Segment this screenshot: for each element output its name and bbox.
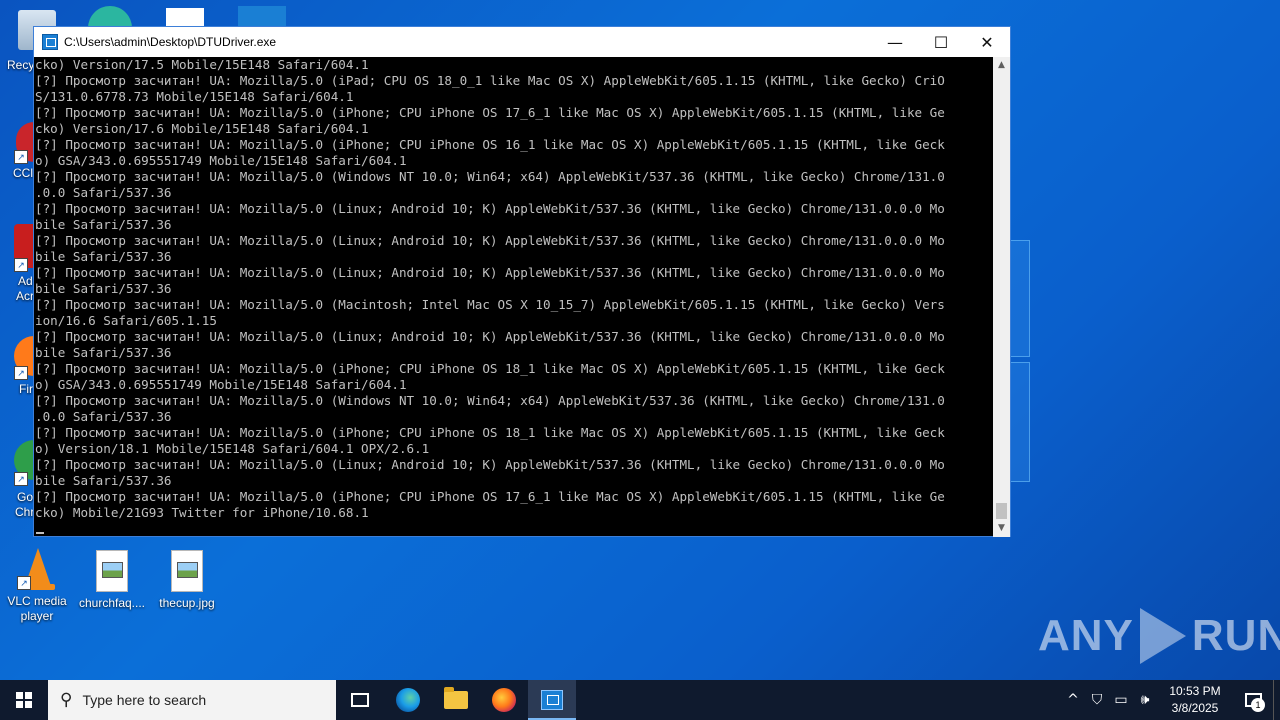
console-app-icon[interactable] bbox=[42, 34, 58, 50]
shortcut-arrow-icon: ↗ bbox=[14, 472, 28, 486]
console-window[interactable]: C:\Users\admin\Desktop\DTUDriver.exe — ☐… bbox=[33, 26, 1011, 537]
folder-icon bbox=[444, 687, 468, 709]
console-line: [?] Просмотр засчитан! UA: Mozilla/5.0 (… bbox=[35, 393, 945, 408]
task-view-icon bbox=[351, 693, 369, 707]
scroll-up-arrow-icon[interactable]: ▲ bbox=[993, 57, 1010, 74]
task-view-button[interactable] bbox=[336, 680, 384, 720]
show-desktop-button[interactable] bbox=[1273, 680, 1280, 720]
maximize-button[interactable]: ☐ bbox=[918, 27, 964, 57]
console-line: [?] Просмотр засчитан! UA: Mozilla/5.0 (… bbox=[35, 73, 945, 88]
console-line: bile Safari/537.36 bbox=[35, 249, 172, 264]
clock-date: 3/8/2025 bbox=[1171, 701, 1219, 715]
desktop-icon-label: VLC media player bbox=[7, 594, 67, 623]
desktop-icon-churchfaq[interactable]: churchfaq.... bbox=[75, 550, 149, 611]
console-line: [?] Просмотр засчитан! UA: Mozilla/5.0 (… bbox=[35, 265, 945, 280]
console-line: [?] Просмотр засчитан! UA: Mozilla/5.0 (… bbox=[35, 361, 945, 376]
console-line: ion/16.6 Safari/605.1.15 bbox=[35, 313, 217, 328]
edge-desktop-icon[interactable] bbox=[88, 6, 132, 28]
desktop-label-acrobat: Acr bbox=[16, 289, 34, 303]
desktop-label-adobe: Ad bbox=[18, 274, 33, 288]
minimize-button[interactable]: — bbox=[872, 27, 918, 57]
watermark-text-run: RUN bbox=[1191, 611, 1280, 660]
console-line: [?] Просмотр засчитан! UA: Mozilla/5.0 (… bbox=[35, 233, 945, 248]
desktop-icon-label: thecup.jpg bbox=[159, 596, 215, 610]
search-icon: ⚲ bbox=[60, 690, 73, 710]
desktop-label-google: Go bbox=[17, 490, 34, 504]
close-button[interactable]: ✕ bbox=[964, 27, 1010, 57]
console-line: [?] Просмотр засчитан! UA: Mozilla/5.0 (… bbox=[35, 201, 945, 216]
volume-icon[interactable]: 🕪 bbox=[1133, 692, 1157, 708]
console-line: o) GSA/343.0.695551749 Mobile/15E148 Saf… bbox=[35, 153, 407, 168]
taskbar-console-app[interactable] bbox=[528, 680, 576, 720]
console-line: o) GSA/343.0.695551749 Mobile/15E148 Saf… bbox=[35, 377, 407, 392]
edge-icon bbox=[396, 688, 420, 712]
console-line: cko) Version/17.6 Mobile/15E148 Safari/6… bbox=[35, 121, 369, 136]
start-button[interactable] bbox=[0, 680, 48, 720]
taskbar-file-explorer[interactable] bbox=[432, 680, 480, 720]
console-app-icon bbox=[541, 690, 563, 710]
console-line: S/131.0.6778.73 Mobile/15E148 Safari/604… bbox=[35, 89, 354, 104]
console-line: [?] Просмотр засчитан! UA: Mozilla/5.0 (… bbox=[35, 169, 945, 184]
taskbar-edge[interactable] bbox=[384, 680, 432, 720]
vertical-scrollbar[interactable]: ▲ ▼ bbox=[993, 57, 1010, 537]
word-desktop-icon[interactable] bbox=[166, 8, 204, 28]
console-line: [?] Просмотр засчитан! UA: Mozilla/5.0 (… bbox=[35, 137, 945, 152]
shortcut-arrow-icon: ↗ bbox=[14, 366, 28, 380]
clock-time: 10:53 PM bbox=[1169, 684, 1221, 698]
firefox-icon bbox=[492, 688, 516, 712]
console-line: cko) Mobile/21G93 Twitter for iPhone/10.… bbox=[35, 505, 369, 520]
console-line: .0.0 Safari/537.36 bbox=[35, 409, 172, 424]
desktop-icon-vlc[interactable]: ↗ VLC media player bbox=[0, 548, 74, 624]
console-line: bile Safari/537.36 bbox=[35, 345, 172, 360]
shortcut-arrow-icon: ↗ bbox=[14, 258, 28, 272]
shortcut-arrow-icon: ↗ bbox=[14, 150, 28, 164]
play-triangle-icon bbox=[1139, 608, 1186, 664]
console-line: [?] Просмотр засчитан! UA: Mozilla/5.0 (… bbox=[35, 329, 945, 344]
notification-center-button[interactable]: 1 bbox=[1233, 680, 1273, 720]
desktop-label-firefox: Fir bbox=[19, 382, 33, 396]
desktop-label-ccleaner: CCl bbox=[13, 166, 33, 180]
taskbar-firefox[interactable] bbox=[480, 680, 528, 720]
scroll-down-arrow-icon[interactable]: ▼ bbox=[993, 520, 1010, 537]
window-titlebar[interactable]: C:\Users\admin\Desktop\DTUDriver.exe — ☐… bbox=[34, 27, 1010, 57]
console-line: o) Version/18.1 Mobile/15E148 Safari/604… bbox=[35, 441, 430, 456]
windows-logo-icon bbox=[16, 692, 32, 708]
tray-security-icon[interactable]: ⛉ bbox=[1085, 692, 1109, 708]
clock[interactable]: 10:53 PM 3/8/2025 bbox=[1157, 683, 1233, 717]
system-tray: ^ ⛉ ▭ 🕪 10:53 PM 3/8/2025 1 bbox=[1061, 680, 1280, 720]
watermark-text-any: ANY bbox=[1038, 611, 1134, 660]
console-line: [?] Просмотр засчитан! UA: Mozilla/5.0 (… bbox=[35, 489, 945, 504]
console-line: [?] Просмотр засчитан! UA: Mozilla/5.0 (… bbox=[35, 425, 945, 440]
anyrun-watermark: ANY RUN bbox=[1038, 608, 1280, 664]
console-line: [?] Просмотр засчитан! UA: Mozilla/5.0 (… bbox=[35, 457, 945, 472]
taskbar: ⚲ Type here to search ^ ⛉ ▭ 🕪 10:53 PM 3… bbox=[0, 680, 1280, 720]
console-line: bile Safari/537.36 bbox=[35, 217, 172, 232]
console-line: [?] Просмотр засчитан! UA: Mozilla/5.0 (… bbox=[35, 297, 945, 312]
desktop-icon-thecup[interactable]: thecup.jpg bbox=[150, 550, 224, 611]
scrollbar-thumb[interactable] bbox=[996, 503, 1007, 519]
console-line: .0.0 Safari/537.36 bbox=[35, 185, 172, 200]
console-line: [?] Просмотр засчитан! UA: Mozilla/5.0 (… bbox=[35, 105, 945, 120]
text-cursor bbox=[36, 532, 44, 534]
desktop-icon-label: churchfaq.... bbox=[78, 596, 146, 610]
image-file-icon bbox=[171, 550, 203, 592]
console-line: bile Safari/537.36 bbox=[35, 473, 172, 488]
console-desktop-icon[interactable] bbox=[238, 6, 286, 28]
console-output[interactable]: cko) Version/17.5 Mobile/15E148 Safari/6… bbox=[34, 57, 995, 537]
tray-chevron-icon[interactable]: ^ bbox=[1061, 692, 1085, 708]
network-icon[interactable]: ▭ bbox=[1109, 692, 1133, 708]
search-placeholder: Type here to search bbox=[82, 692, 207, 708]
notification-badge: 1 bbox=[1251, 698, 1265, 712]
console-line: cko) Version/17.5 Mobile/15E148 Safari/6… bbox=[35, 57, 369, 72]
window-title: C:\Users\admin\Desktop\DTUDriver.exe bbox=[64, 35, 277, 49]
image-file-icon bbox=[96, 550, 128, 592]
taskbar-search-box[interactable]: ⚲ Type here to search bbox=[48, 680, 336, 720]
vlc-cone-icon: ↗ bbox=[17, 548, 57, 590]
console-line: bile Safari/537.36 bbox=[35, 281, 172, 296]
